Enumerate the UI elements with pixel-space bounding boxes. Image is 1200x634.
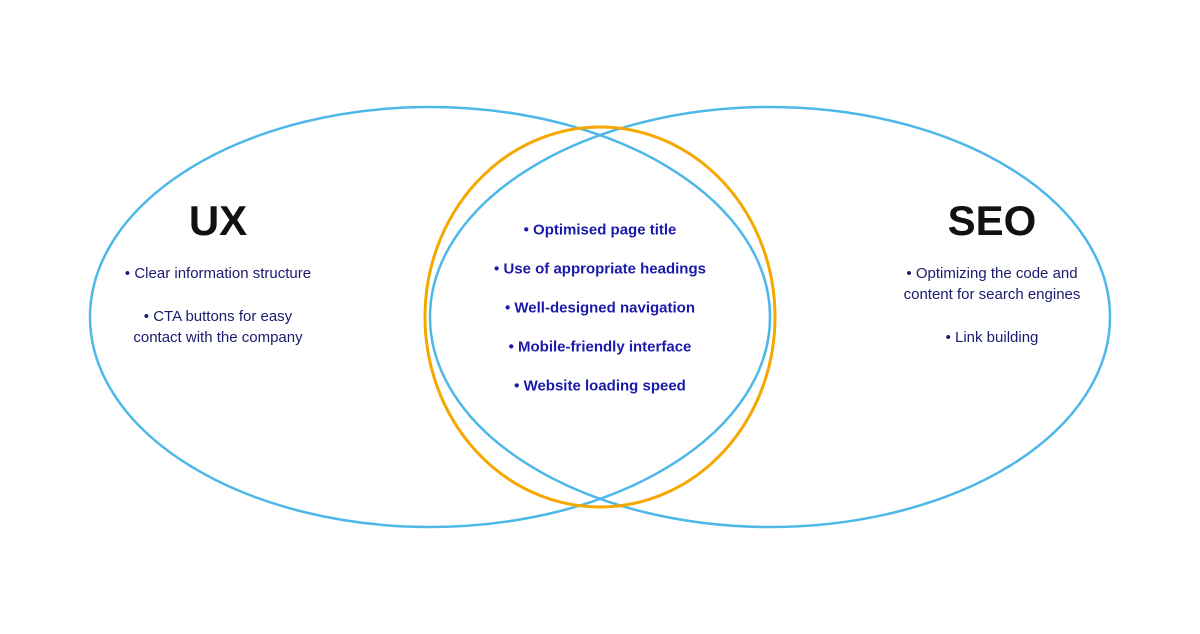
venn-diagram: UX Clear information structure CTA butto… <box>50 57 1150 577</box>
center-item-4: Mobile-friendly interface <box>480 337 720 358</box>
ux-title: UX <box>118 197 318 245</box>
seo-item-1: Optimizing the code and content for sear… <box>892 263 1092 305</box>
center-section: Optimised page title Use of appropriate … <box>480 220 720 415</box>
center-item-5: Website loading speed <box>480 376 720 397</box>
center-item-1: Optimised page title <box>480 220 720 241</box>
ux-section: UX Clear information structure CTA butto… <box>118 197 318 370</box>
center-item-3: Well-designed navigation <box>480 298 720 319</box>
seo-section: SEO Optimizing the code and content for … <box>892 197 1092 370</box>
seo-title: SEO <box>892 197 1092 245</box>
center-item-2: Use of appropriate headings <box>480 259 720 280</box>
ux-item-1: Clear information structure <box>118 263 318 284</box>
seo-item-2: Link building <box>892 327 1092 348</box>
ux-item-2: CTA buttons for easy contact with the co… <box>118 306 318 348</box>
